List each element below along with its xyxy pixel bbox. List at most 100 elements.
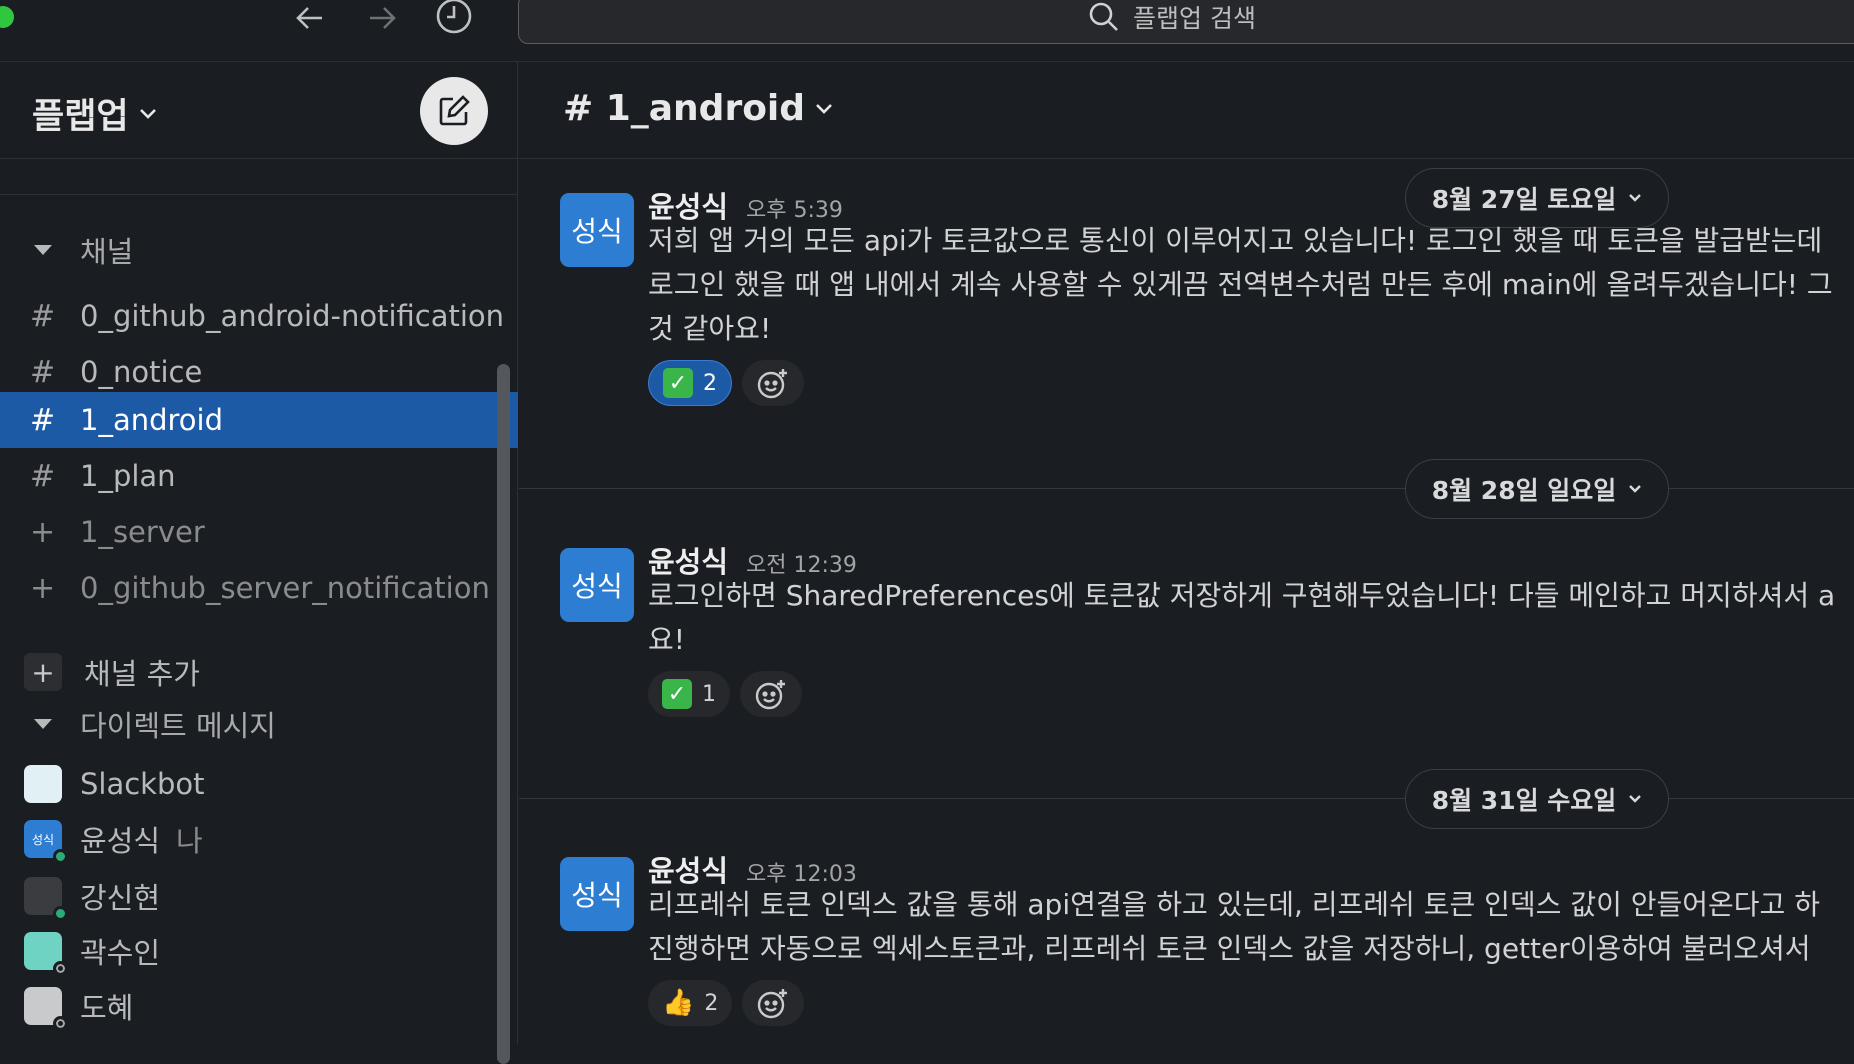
message-avatar[interactable]: 성식 <box>560 548 634 622</box>
message-line: 로그인하면 SharedPreferences에 토큰값 저장하게 구현해두었습… <box>648 579 1836 612</box>
add-reaction-icon <box>758 989 788 1019</box>
sidebar-item-channel[interactable]: +1_server <box>0 504 518 560</box>
sidebar-item-label: 0_notice <box>80 355 203 389</box>
message-body: 로그인하면 SharedPreferences에 토큰값 저장하게 구현해두었습… <box>648 574 1854 662</box>
sidebar-item-label: 윤성식 <box>80 824 161 858</box>
chevron-down-icon <box>1629 795 1642 803</box>
search-bar[interactable]: 플랩업 검색 <box>518 0 1854 44</box>
compose-button[interactable] <box>420 77 488 145</box>
back-button[interactable] <box>288 0 332 36</box>
plus-icon: + <box>30 570 56 606</box>
add-reaction-button[interactable] <box>742 980 805 1026</box>
presence-indicator <box>53 849 68 864</box>
reaction-button[interactable]: ✓ 1 <box>648 671 730 717</box>
avatar <box>24 932 68 976</box>
add-reaction-icon <box>757 369 787 399</box>
sidebar-item-label: 0_github_android-notification <box>80 299 505 333</box>
sidebar-item-label: 도혜 <box>80 991 134 1025</box>
avatar <box>24 987 68 1031</box>
avatar <box>24 877 68 921</box>
presence-indicator <box>53 1016 68 1031</box>
search-icon <box>1089 2 1118 31</box>
forward-button[interactable] <box>360 0 404 36</box>
reaction-button[interactable]: ✓ 2 <box>648 360 732 406</box>
message-line: 것 같아요! <box>648 312 772 345</box>
sidebar: 플랩업 채널 #0_github_android-notification #0_… <box>0 62 518 1064</box>
compose-icon <box>439 95 470 126</box>
sidebar-item-dm[interactable]: 성식 윤성식 나 <box>0 811 518 867</box>
avatar <box>24 765 62 803</box>
channels-section-toggle[interactable]: 채널 <box>30 230 133 270</box>
self-indicator: 나 <box>176 824 203 858</box>
message-body: 저희 앱 거의 모든 api가 토큰값으로 통신이 이루어지고 있습니다! 로그… <box>648 219 1854 351</box>
presence-indicator <box>53 906 68 921</box>
chevron-down-icon <box>139 108 156 119</box>
message-line: 로그인 했을 때 앱 내에서 계속 사용할 수 있게끔 전역변수처럼 만든 후에… <box>648 268 1833 301</box>
top-bar: 플랩업 검색 <box>0 0 1854 62</box>
reaction-count: 2 <box>703 370 717 396</box>
channel-view: # 1_android 8월 27일 토요일 성식 윤성식 오후 5:39 저희 앱 거… <box>519 62 1854 1044</box>
message-body: 리프레쉬 토큰 인덱스 값을 통해 api연결을 하고 있는데, 리프레쉬 토큰… <box>648 883 1854 971</box>
sidebar-item-dm[interactable]: 곽수인 <box>0 923 518 979</box>
channels-section-label: 채널 <box>80 235 134 269</box>
sidebar-item-channel[interactable]: +0_github_server_notification <box>0 560 518 616</box>
hash-icon: # <box>30 298 56 334</box>
reaction-bar: ✓ 2 <box>648 360 804 406</box>
workspace-header: 플랩업 <box>0 62 518 159</box>
date-label: 8월 28일 일요일 <box>1431 476 1617 505</box>
history-button[interactable] <box>432 0 476 36</box>
date-divider-button[interactable]: 8월 28일 일요일 <box>1405 459 1669 519</box>
add-reaction-button[interactable] <box>742 360 804 406</box>
dm-section-label: 다이렉트 메시지 <box>80 709 276 743</box>
add-reaction-icon <box>755 680 785 710</box>
channel-title-button[interactable]: # 1_android <box>563 88 833 129</box>
date-label: 8월 27일 토요일 <box>1431 185 1617 214</box>
date-divider-button[interactable]: 8월 31일 수요일 <box>1405 769 1669 829</box>
caret-down-icon <box>34 245 52 255</box>
workspace-menu[interactable]: 플랩업 <box>32 88 157 139</box>
sidebar-item-label: 강신현 <box>80 881 161 915</box>
add-channel-button[interactable]: + 채널 추가 <box>0 644 518 700</box>
sidebar-item-label: 1_android <box>80 403 224 437</box>
chevron-down-icon <box>1629 485 1642 493</box>
sidebar-item-label: 1_plan <box>80 459 176 493</box>
plus-icon: + <box>30 514 56 550</box>
sidebar-item-channel[interactable]: #1_plan <box>0 448 518 504</box>
dm-section-toggle[interactable]: 다이렉트 메시지 <box>30 704 276 744</box>
message-line: 요! <box>648 623 685 656</box>
sidebar-item-channel[interactable]: #0_github_android-notification <box>0 288 518 344</box>
check-emoji-icon: ✓ <box>663 368 693 398</box>
message-avatar[interactable]: 성식 <box>560 857 634 931</box>
sidebar-item-dm[interactable]: 강신현 <box>0 868 518 924</box>
message-line: 저희 앱 거의 모든 api가 토큰값으로 통신이 이루어지고 있습니다! 로그… <box>648 224 1823 257</box>
reaction-count: 1 <box>702 681 716 707</box>
add-channel-label: 채널 추가 <box>84 657 200 691</box>
thumbs-up-emoji-icon: 👍 <box>662 988 695 1018</box>
sidebar-divider <box>0 194 518 195</box>
check-emoji-icon: ✓ <box>662 679 692 709</box>
hash-icon: # <box>30 458 56 494</box>
reaction-bar: 👍 2 <box>648 980 805 1026</box>
plus-icon: + <box>24 653 62 691</box>
arrow-right-icon <box>370 7 396 29</box>
hash-icon: # <box>30 402 56 438</box>
sidebar-item-dm[interactable]: 도혜 <box>0 978 518 1034</box>
sidebar-item-label: 0_github_server_notification <box>80 571 490 605</box>
sidebar-item-label: 곽수인 <box>80 936 161 970</box>
arrow-left-icon <box>296 7 322 29</box>
sidebar-scrollbar[interactable] <box>497 364 510 1064</box>
sidebar-item-label: Slackbot <box>80 767 205 801</box>
reaction-count: 2 <box>704 990 719 1016</box>
channel-header: # 1_android <box>519 62 1854 159</box>
add-reaction-button[interactable] <box>740 671 802 717</box>
reaction-button[interactable]: 👍 2 <box>648 980 733 1026</box>
presence-indicator <box>53 961 68 976</box>
avatar: 성식 <box>24 820 68 864</box>
sidebar-item-dm[interactable]: Slackbot <box>0 756 518 812</box>
hash-icon: # <box>30 354 56 390</box>
sidebar-item-channel[interactable]: #1_android <box>0 392 518 448</box>
window-zoom-button[interactable] <box>0 6 14 28</box>
message-line: 리프레쉬 토큰 인덱스 값을 통해 api연결을 하고 있는데, 리프레쉬 토큰… <box>648 888 1820 921</box>
message-avatar[interactable]: 성식 <box>560 193 634 267</box>
message-line: 진행하면 자동으로 엑세스토큰과, 리프레쉬 토큰 인덱스 값을 저장하니, g… <box>648 932 1811 965</box>
